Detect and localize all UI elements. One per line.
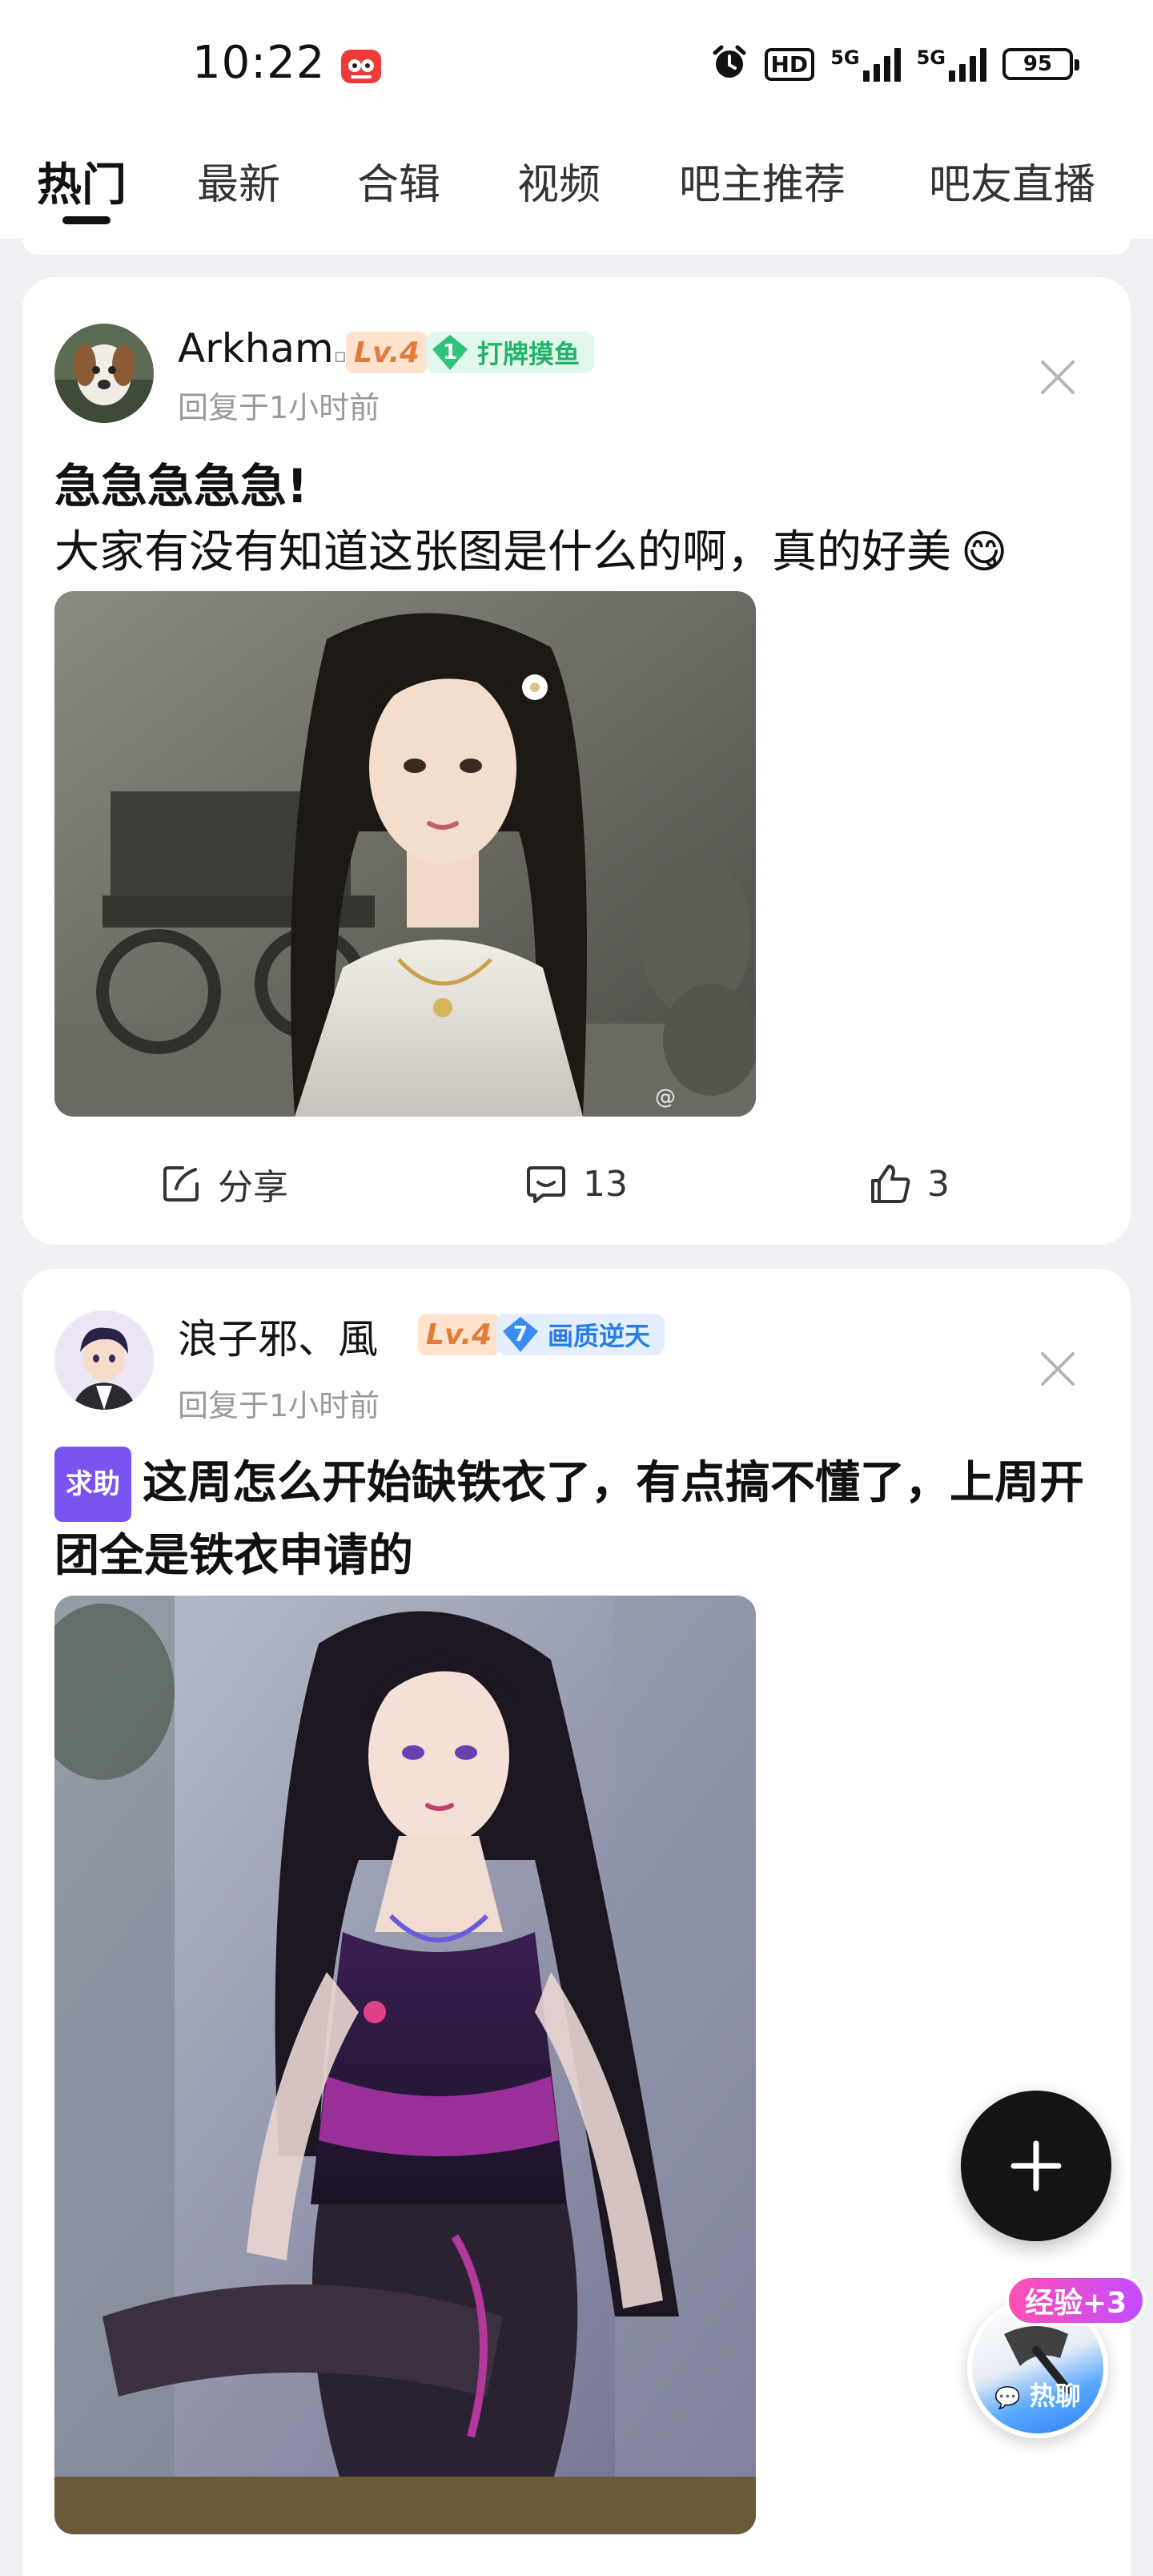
share-icon	[163, 1166, 199, 1201]
tab-latest[interactable]: 最新	[197, 151, 280, 211]
share-button[interactable]: 分享	[159, 1152, 288, 1216]
net-type-2: 5G	[916, 46, 946, 69]
tab-moderator-picks[interactable]: 吧主推荐	[679, 151, 846, 211]
badge-number: 1	[442, 340, 458, 364]
close-icon[interactable]	[1038, 357, 1078, 397]
thumbs-up-icon	[871, 1165, 910, 1203]
level-badge: Lv.4	[418, 1314, 500, 1355]
net-type-1: 5G	[830, 46, 860, 69]
tab-collections[interactable]: 合辑	[357, 151, 440, 211]
comment-icon	[527, 1166, 565, 1203]
chat-bubble-icon: 💬	[994, 2386, 1021, 2410]
help-tag: 求助	[54, 1447, 131, 1522]
badge-text: 打牌摸鱼	[477, 339, 581, 369]
reply-time: 回复于1小时前	[178, 390, 380, 425]
avatar[interactable]	[54, 1310, 154, 1410]
reply-time: 回复于1小时前	[178, 1388, 380, 1423]
gem-icon: 7	[500, 1315, 541, 1354]
post-image[interactable]	[54, 1596, 756, 2534]
exp-badge: 经验+3	[1006, 2275, 1147, 2326]
post-card[interactable]: 浪子邪、風 Lv.4 7 画质逆天 回复于1小时前 求助 这周怎么开始缺铁衣了，有…	[22, 1269, 1131, 2576]
post-title-text[interactable]: 这周怎么开始缺铁衣了，有点搞不懂了，上周开团全是铁衣申请的	[54, 1457, 1084, 1582]
username[interactable]: 浪子邪、風	[178, 1307, 378, 1365]
badge-text: 画质逆天	[548, 1321, 651, 1351]
share-label[interactable]: 分享	[218, 1158, 288, 1210]
post-card[interactable]: Arkham▫ Lv.4 1 打牌摸鱼 回复于1小时前 急急急急急! 大家有没有…	[22, 277, 1131, 1245]
hd-icon: HD	[764, 47, 815, 81]
status-bar: 10:22 HD 5G 5G 95	[0, 0, 1153, 131]
app-badge-icon	[339, 43, 383, 87]
fan-badge[interactable]: 1 打牌摸鱼	[426, 332, 595, 373]
like-count[interactable]: 3	[927, 1164, 950, 1205]
post-title[interactable]: 求助 这周怎么开始缺铁衣了，有点搞不懂了，上周开团全是铁衣申请的	[54, 1447, 1103, 1591]
hot-chat-text[interactable]: 热聊	[1030, 2381, 1081, 2411]
post-body-text[interactable]: 大家有没有知道这张图是什么的啊，真的好美	[54, 526, 951, 578]
badge-number: 7	[512, 1322, 528, 1346]
post-title[interactable]: 急急急急急!	[54, 449, 307, 516]
signal-icon-2: 5G	[917, 46, 986, 82]
create-post-button[interactable]	[961, 2091, 1111, 2241]
comment-button[interactable]: 13	[524, 1152, 628, 1216]
alarm-icon	[710, 43, 749, 85]
tab-hot[interactable]: 热门	[37, 149, 127, 214]
emoji-icon: 😋	[961, 526, 1008, 578]
close-icon[interactable]	[1038, 1349, 1078, 1389]
avatar[interactable]	[54, 324, 154, 423]
battery-icon: 95	[1002, 48, 1079, 80]
level-badge: Lv.4	[346, 332, 428, 373]
signal-icon: 5G	[830, 46, 901, 82]
previous-card-edge	[22, 239, 1131, 255]
svg-text:@: @	[655, 1085, 676, 1109]
post-body[interactable]: 大家有没有知道这张图是什么的啊，真的好美 😋	[54, 516, 1007, 581]
tab-indicator	[62, 216, 110, 224]
post-actions: 分享 13 3	[22, 1152, 1131, 1216]
tab-bar: 热门 最新 合辑 视频 吧主推荐 吧友直播	[0, 131, 1153, 239]
hot-chat-label[interactable]: 💬 热聊	[972, 2376, 1103, 2413]
like-button[interactable]: 3	[868, 1152, 950, 1216]
username[interactable]: Arkham▫	[178, 325, 347, 372]
plus-icon	[1010, 2140, 1062, 2192]
status-time: 10:22	[192, 37, 326, 89]
tab-videos[interactable]: 视频	[517, 151, 601, 211]
fan-badge[interactable]: 7 画质逆天	[496, 1314, 665, 1355]
username-text[interactable]: Arkham	[178, 325, 334, 372]
post-image[interactable]: @	[54, 591, 756, 1117]
tab-live[interactable]: 吧友直播	[929, 151, 1095, 211]
comment-count[interactable]: 13	[583, 1164, 628, 1205]
gem-icon: 1	[429, 333, 471, 372]
